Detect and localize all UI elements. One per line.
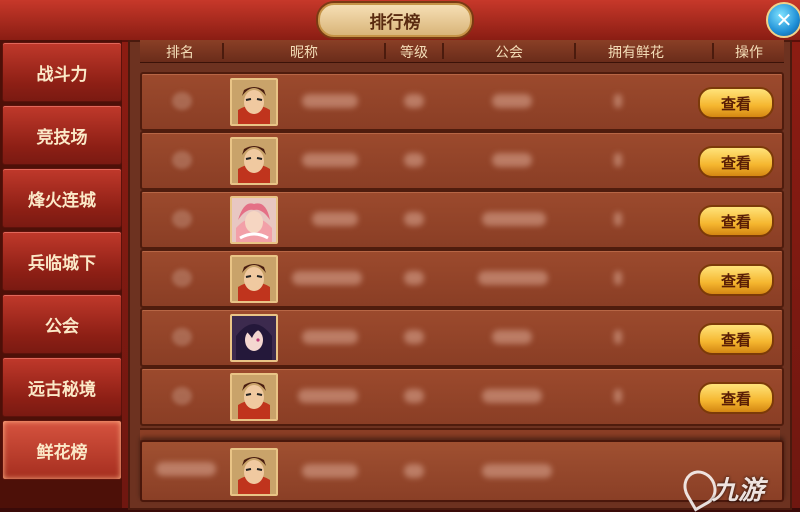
- table-row: 查看: [140, 190, 784, 249]
- header-nickname: 昵称: [290, 45, 318, 61]
- header-rank: 排名: [166, 45, 194, 61]
- header-guild: 公会: [495, 45, 523, 61]
- sidebar-item-ancient-realm[interactable]: 远古秘境: [2, 357, 122, 417]
- sidebar-item-arena[interactable]: 竞技场: [2, 105, 122, 165]
- male-warrior-portrait-icon: [230, 255, 278, 303]
- sidebar-item-combat-power[interactable]: 战斗力: [2, 42, 122, 102]
- window-title: 排行榜: [318, 3, 472, 37]
- male-warrior-portrait-icon: [230, 373, 278, 421]
- table-header: 排名 昵称 等级 公会 拥有鲜花 操作: [140, 40, 784, 63]
- table-row: 查看: [140, 72, 784, 131]
- sidebar-item-beacon-city[interactable]: 烽火连城: [2, 168, 122, 228]
- sidebar-item-flower-ranking[interactable]: 鲜花榜: [2, 420, 122, 480]
- dark-hair-female-portrait-icon: [230, 314, 278, 362]
- sidebar-item-siege[interactable]: 兵临城下: [2, 231, 122, 291]
- view-button[interactable]: 查看: [698, 205, 774, 237]
- table-row: 查看: [140, 249, 784, 308]
- male-warrior-portrait-icon: [230, 78, 278, 126]
- view-button[interactable]: 查看: [698, 87, 774, 119]
- male-warrior-portrait-icon: [230, 137, 278, 185]
- sidebar-item-guild[interactable]: 公会: [2, 294, 122, 354]
- table-row: 查看: [140, 367, 784, 426]
- header-action: 操作: [735, 45, 763, 61]
- view-button[interactable]: 查看: [698, 382, 774, 414]
- male-warrior-portrait-icon: [230, 448, 278, 496]
- view-button[interactable]: 查看: [698, 323, 774, 355]
- list-overflow-edge: [140, 428, 780, 440]
- close-icon[interactable]: ✕: [766, 2, 800, 38]
- category-sidebar: 战斗力 竞技场 烽火连城 兵临城下 公会 远古秘境 鲜花榜: [0, 40, 122, 508]
- header-flowers: 拥有鲜花: [608, 45, 664, 61]
- table-row: 查看: [140, 308, 784, 367]
- header-level: 等级: [400, 45, 428, 61]
- table-row: 查看: [140, 131, 784, 190]
- pink-hair-portrait-icon: [230, 196, 278, 244]
- watermark-text: 九游: [712, 476, 765, 506]
- view-button[interactable]: 查看: [698, 264, 774, 296]
- view-button[interactable]: 查看: [698, 146, 774, 178]
